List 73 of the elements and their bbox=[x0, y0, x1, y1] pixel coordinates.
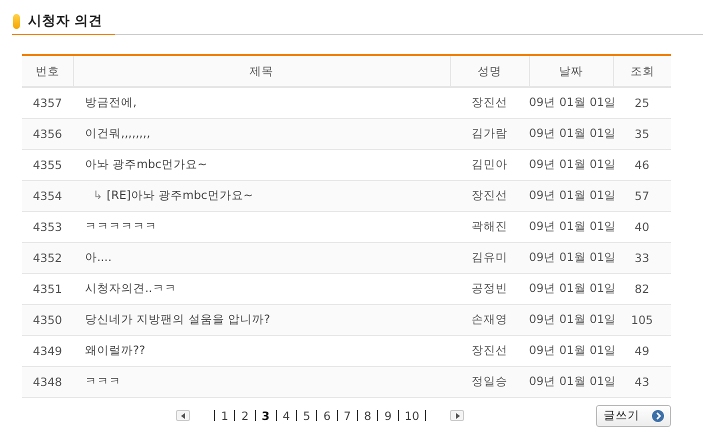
caret-left-icon bbox=[180, 412, 186, 418]
date-cell: 09년 01월 01일 bbox=[529, 335, 613, 366]
views-cell: 57 bbox=[613, 180, 671, 211]
page-link[interactable]: 1 bbox=[221, 408, 228, 422]
page-link[interactable]: 3 bbox=[262, 408, 270, 422]
page-link[interactable]: 2 bbox=[241, 408, 249, 422]
date-cell: 09년 01월 01일 bbox=[529, 242, 613, 273]
views-cell: 49 bbox=[613, 335, 671, 366]
date-cell: 09년 01월 01일 bbox=[529, 87, 613, 118]
reply-marker: ↳ bbox=[93, 188, 103, 202]
page-link[interactable]: 8 bbox=[364, 408, 372, 422]
section-title: 시청자 의견 bbox=[28, 12, 103, 30]
column-header: 조회 bbox=[613, 55, 671, 87]
author-cell: 장진선 bbox=[450, 335, 529, 366]
previous-button[interactable] bbox=[176, 410, 190, 421]
date-cell: 09년 01월 01일 bbox=[529, 149, 613, 180]
page-link[interactable]: 4 bbox=[282, 408, 290, 422]
post-number: 4354 bbox=[22, 180, 73, 211]
date-cell: 09년 01월 01일 bbox=[529, 304, 613, 335]
author-cell: 정일승 bbox=[450, 366, 529, 397]
column-header: 제목 bbox=[73, 55, 450, 87]
write-button[interactable]: 글쓰기 bbox=[596, 404, 671, 426]
column-header: 번호 bbox=[22, 55, 73, 87]
author-cell: 김유미 bbox=[450, 242, 529, 273]
views-cell: 25 bbox=[613, 87, 671, 118]
author-cell: 김가람 bbox=[450, 118, 529, 149]
author-cell: 공정빈 bbox=[450, 273, 529, 304]
post-title-link[interactable]: 왜이럴까?? bbox=[85, 343, 146, 357]
post-number: 4348 bbox=[22, 366, 73, 397]
post-number: 4352 bbox=[22, 242, 73, 273]
post-number: 4351 bbox=[22, 273, 73, 304]
caret-right-icon bbox=[454, 412, 460, 418]
post-number: 4357 bbox=[22, 87, 73, 118]
date-cell: 09년 01월 01일 bbox=[529, 180, 613, 211]
views-cell: 46 bbox=[613, 149, 671, 180]
views-cell: 105 bbox=[613, 304, 671, 335]
next-button[interactable] bbox=[450, 410, 464, 421]
arrow-circle-icon bbox=[652, 410, 664, 422]
views-cell: 33 bbox=[613, 242, 671, 273]
post-number: 4355 bbox=[22, 149, 73, 180]
post-number: 4356 bbox=[22, 118, 73, 149]
title-marker-icon bbox=[13, 14, 20, 28]
author-cell: 곽해진 bbox=[450, 211, 529, 242]
date-cell: 09년 01월 01일 bbox=[529, 211, 613, 242]
post-title-link[interactable]: 아.... bbox=[85, 250, 112, 264]
post-number: 4350 bbox=[22, 304, 73, 335]
views-cell: 43 bbox=[613, 366, 671, 397]
date-cell: 09년 01월 01일 bbox=[529, 273, 613, 304]
post-title-link[interactable]: ㅋㅋㅋㅋㅋㅋ bbox=[85, 219, 157, 233]
post-title-link[interactable]: 방금전에, bbox=[85, 95, 137, 110]
page-link[interactable]: 6 bbox=[323, 408, 331, 422]
page-link[interactable]: 9 bbox=[384, 408, 392, 422]
post-title-link[interactable]: 이건뭐,,,,,,,, bbox=[85, 126, 150, 140]
column-header: 날짜 bbox=[529, 55, 613, 87]
date-cell: 09년 01월 01일 bbox=[529, 366, 613, 397]
views-cell: 82 bbox=[613, 273, 671, 304]
post-title-link[interactable]: ㅋㅋㅋ bbox=[85, 374, 121, 388]
post-title-link[interactable]: 시청자의견..ㅋㅋ bbox=[85, 281, 176, 295]
column-header: 성명 bbox=[450, 55, 529, 87]
post-number: 4349 bbox=[22, 335, 73, 366]
page-link[interactable]: 5 bbox=[303, 408, 310, 422]
page-link[interactable]: 7 bbox=[344, 408, 351, 422]
author-cell: 장진선 bbox=[450, 180, 529, 211]
post-number: 4353 bbox=[22, 211, 73, 242]
post-title-link[interactable]: 아놔 광주mbc먼가요~ bbox=[85, 157, 208, 171]
post-title-link[interactable]: [RE]아놔 광주mbc먼가요~ bbox=[106, 188, 253, 202]
views-cell: 40 bbox=[613, 211, 671, 242]
author-cell: 장진선 bbox=[450, 87, 529, 118]
page-link[interactable]: 10 bbox=[404, 408, 420, 422]
author-cell: 김민아 bbox=[450, 149, 529, 180]
views-cell: 35 bbox=[613, 118, 671, 149]
date-cell: 09년 01월 01일 bbox=[529, 118, 613, 149]
author-cell: 손재영 bbox=[450, 304, 529, 335]
